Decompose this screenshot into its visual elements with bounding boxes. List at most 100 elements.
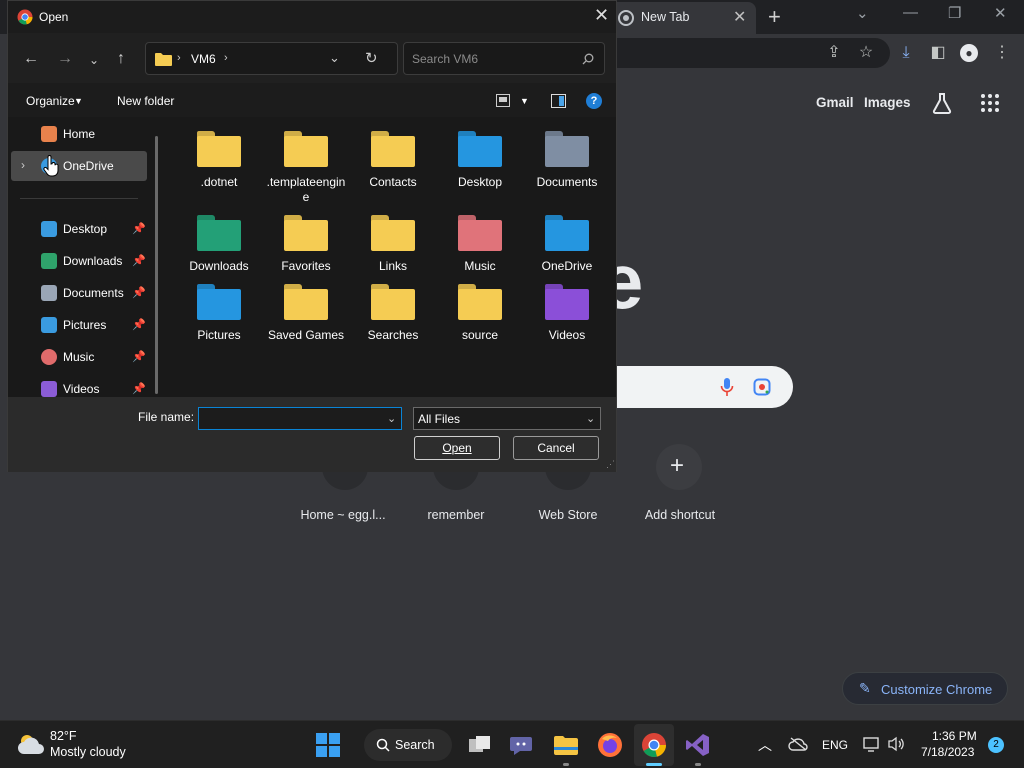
- preview-pane-icon[interactable]: [551, 94, 566, 108]
- weather-description[interactable]: Mostly cloudy: [50, 745, 126, 759]
- nav-item-documents[interactable]: Documents 📌: [11, 278, 147, 308]
- nav-item-videos[interactable]: Videos 📌: [11, 374, 147, 397]
- search-input[interactable]: [412, 51, 572, 67]
- input-language[interactable]: ENG: [822, 738, 848, 752]
- breadcrumb-vm6[interactable]: VM6: [191, 52, 216, 66]
- close-tab-icon[interactable]: ✕: [733, 7, 746, 27]
- firefox-icon[interactable]: [596, 731, 624, 759]
- nav-item-home[interactable]: Home: [11, 119, 147, 149]
- onedrive-offline-icon[interactable]: [788, 737, 808, 751]
- folder-item[interactable]: Desktop: [438, 131, 522, 190]
- breadcrumb-separator-icon[interactable]: ›: [177, 52, 181, 64]
- nav-item-music[interactable]: Music 📌: [11, 342, 147, 372]
- visual-studio-icon[interactable]: [684, 731, 712, 759]
- back-arrow-icon[interactable]: ←: [23, 50, 39, 68]
- folder-item[interactable]: OneDrive: [525, 215, 609, 274]
- lens-search-icon[interactable]: [753, 378, 771, 396]
- file-type-select[interactable]: All Files ⌄: [413, 407, 601, 430]
- notification-badge[interactable]: 2: [988, 737, 1004, 753]
- refresh-icon[interactable]: ↻: [365, 49, 378, 67]
- shortcut-label[interactable]: remember: [396, 508, 516, 522]
- add-shortcut-tile[interactable]: +: [656, 444, 702, 490]
- shortcut-label[interactable]: Home ~ egg.l...: [283, 508, 403, 522]
- recent-locations-chevron-icon[interactable]: ⌄: [89, 53, 99, 67]
- weather-temperature[interactable]: 82°F: [50, 729, 77, 743]
- share-icon[interactable]: ⇪: [825, 44, 843, 62]
- tab-title: New Tab: [641, 10, 690, 24]
- windows-start-icon[interactable]: [314, 731, 342, 759]
- dialog-close-icon[interactable]: ✕: [594, 5, 609, 26]
- nav-item-desktop[interactable]: Desktop 📌: [11, 214, 147, 244]
- folder-item[interactable]: Saved Games: [264, 284, 348, 343]
- file-type-dropdown-icon[interactable]: ⌄: [586, 412, 595, 425]
- tab-search-icon[interactable]: ⌄: [856, 4, 869, 22]
- new-folder-button[interactable]: New folder: [117, 94, 174, 108]
- chrome-taskbar-icon[interactable]: [640, 731, 668, 759]
- customize-chrome-button[interactable]: ✎ Customize Chrome: [842, 672, 1008, 705]
- gmail-link[interactable]: Gmail: [816, 95, 854, 110]
- folder-item[interactable]: Downloads: [177, 215, 261, 274]
- window-close-icon[interactable]: ✕: [994, 4, 1007, 22]
- network-icon[interactable]: [863, 736, 881, 752]
- tab-new-tab[interactable]: New Tab ✕: [608, 2, 756, 34]
- nav-item-pictures[interactable]: Pictures 📌: [11, 310, 147, 340]
- address-bar[interactable]: [600, 38, 890, 68]
- images-link[interactable]: Images: [864, 95, 911, 110]
- minimize-icon[interactable]: —: [903, 4, 918, 21]
- resize-grip-icon[interactable]: ⋰: [606, 459, 615, 470]
- folder-item[interactable]: Music: [438, 215, 522, 274]
- address-breadcrumb-bar[interactable]: › VM6 › ⌄ ↻: [145, 42, 398, 75]
- organize-dropdown-icon[interactable]: ▼: [74, 96, 83, 106]
- volume-icon[interactable]: [887, 736, 905, 752]
- show-hidden-icons-chevron-icon[interactable]: ︿: [758, 735, 772, 755]
- shortcut-label[interactable]: Add shortcut: [620, 508, 740, 522]
- address-dropdown-icon[interactable]: ⌄: [329, 50, 340, 66]
- teams-chat-icon[interactable]: [508, 731, 536, 759]
- folder-item[interactable]: Contacts: [351, 131, 435, 190]
- folder-item[interactable]: Pictures: [177, 284, 261, 343]
- folder-item[interactable]: .dotnet: [177, 131, 261, 190]
- folder-item[interactable]: Links: [351, 215, 435, 274]
- voice-search-icon[interactable]: [720, 377, 734, 397]
- new-tab-button[interactable]: +: [768, 4, 781, 30]
- taskbar-search-button[interactable]: Search: [364, 729, 452, 761]
- open-button[interactable]: Open: [414, 436, 500, 460]
- breadcrumb-chevron-icon[interactable]: ›: [224, 52, 228, 64]
- file-name-input[interactable]: [203, 411, 383, 426]
- restore-icon[interactable]: ❐: [948, 4, 961, 22]
- folder-search-box[interactable]: [403, 42, 605, 75]
- nav-item-downloads[interactable]: Downloads 📌: [11, 246, 147, 276]
- shortcut-label[interactable]: Web Store: [508, 508, 628, 522]
- organize-button[interactable]: Organize: [26, 94, 75, 108]
- folder-item[interactable]: Videos: [525, 284, 609, 343]
- folder-item[interactable]: Documents: [525, 131, 609, 190]
- weather-cloudy-icon[interactable]: [16, 732, 46, 756]
- task-view-icon[interactable]: [466, 731, 494, 759]
- profile-icon[interactable]: ●: [960, 44, 978, 62]
- chrome-menu-icon[interactable]: ⋮: [993, 44, 1011, 62]
- file-name-combobox[interactable]: ⌄: [198, 407, 402, 430]
- cancel-button[interactable]: Cancel: [513, 436, 599, 460]
- file-explorer-icon[interactable]: [552, 731, 580, 759]
- side-panel-icon[interactable]: ◧: [929, 44, 947, 62]
- folder-item[interactable]: Favorites: [264, 215, 348, 274]
- bookmark-star-icon[interactable]: ☆: [857, 44, 875, 62]
- folder-item[interactable]: .templateengine: [264, 131, 348, 205]
- forward-arrow-icon[interactable]: →: [57, 50, 73, 68]
- expand-chevron-icon[interactable]: ›: [21, 158, 25, 172]
- view-options-icon[interactable]: [496, 94, 510, 107]
- clock-date[interactable]: 7/18/2023: [921, 745, 974, 759]
- help-icon[interactable]: ?: [586, 93, 602, 109]
- nav-item-onedrive[interactable]: › OneDrive: [11, 151, 147, 181]
- apps-grid-icon[interactable]: [980, 93, 1000, 113]
- file-name-dropdown-icon[interactable]: ⌄: [387, 412, 396, 425]
- view-dropdown-icon[interactable]: ▼: [520, 96, 529, 106]
- google-search-box[interactable]: [600, 366, 793, 408]
- folder-item[interactable]: Searches: [351, 284, 435, 343]
- clock-time[interactable]: 1:36 PM: [932, 729, 977, 743]
- nav-scrollbar[interactable]: [155, 136, 158, 394]
- up-arrow-icon[interactable]: ↑: [117, 50, 125, 68]
- folder-item[interactable]: source: [438, 284, 522, 343]
- download-icon[interactable]: ⤓: [897, 44, 915, 62]
- labs-flask-icon[interactable]: [932, 92, 952, 114]
